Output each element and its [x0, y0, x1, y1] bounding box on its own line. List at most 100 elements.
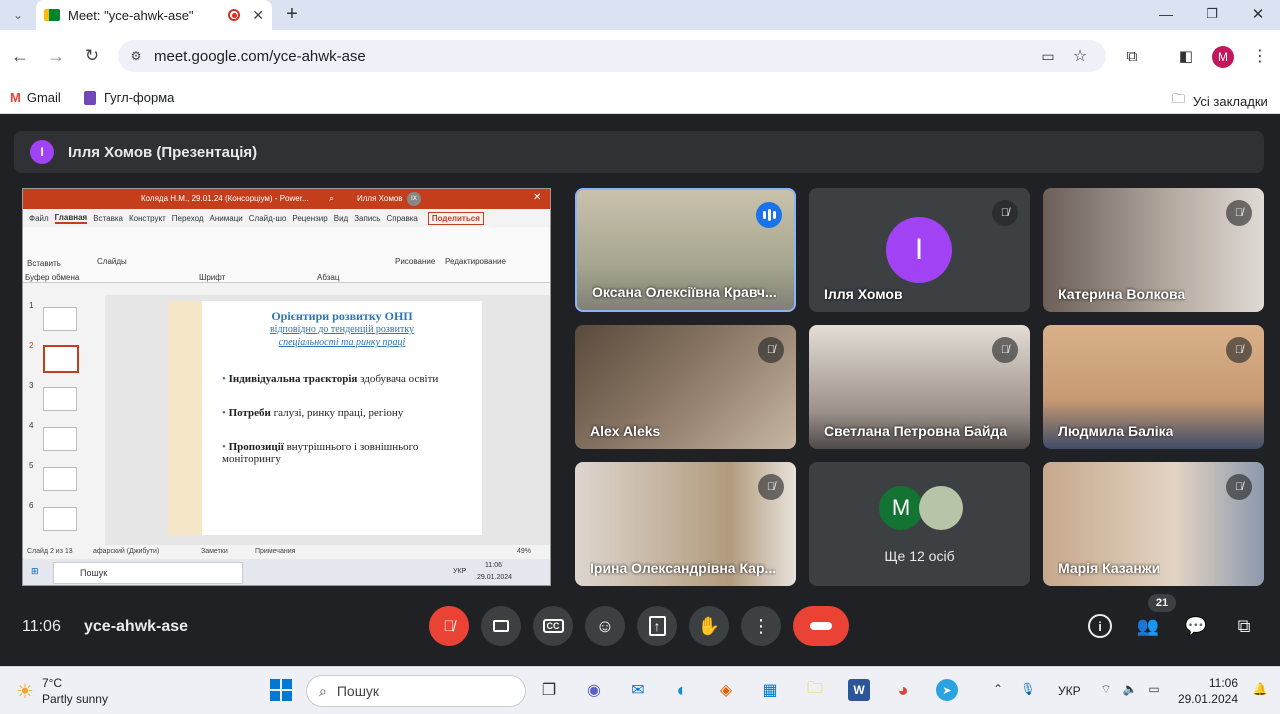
more-options-button[interactable]: ⋮: [741, 606, 781, 646]
minimize-icon[interactable]: —: [1156, 4, 1176, 24]
ppt-tab[interactable]: Переход: [172, 214, 204, 223]
present-button[interactable]: ↑: [637, 606, 677, 646]
meeting-info-icon[interactable]: i: [1088, 614, 1112, 638]
participant-tile[interactable]: 🎙̸ Alex Aleks: [575, 325, 796, 449]
site-info-icon[interactable]: ⚙: [128, 48, 144, 64]
side-panel-icon[interactable]: ◧: [1176, 46, 1196, 66]
tray-chevron-icon[interactable]: ⌃: [990, 681, 1006, 697]
ppt-language[interactable]: афарский (Джибути): [93, 548, 159, 555]
slide-thumb[interactable]: [43, 307, 77, 331]
ppt-tab[interactable]: Вставка: [93, 214, 123, 223]
folder-icon: 🗀: [1172, 91, 1186, 106]
taskbar-search[interactable]: ⌕ Пошук: [306, 675, 526, 707]
ppt-tab-file[interactable]: Файл: [29, 214, 49, 223]
tab-search-chevron-icon[interactable]: ⌄: [8, 5, 28, 25]
participant-tile[interactable]: 🎙̸ Катерина Волкова: [1043, 188, 1264, 312]
participant-tile[interactable]: Оксана Олексіївна Кравч...: [575, 188, 796, 312]
ppt-notes-button[interactable]: Заметки: [201, 548, 228, 555]
slide-thumb[interactable]: [43, 387, 77, 411]
start-icon[interactable]: [270, 679, 292, 701]
forward-icon[interactable]: →: [46, 46, 66, 66]
participant-tile[interactable]: 🎙̸ Людмила Баліка: [1043, 325, 1264, 449]
app-icon[interactable]: ◈: [715, 679, 737, 701]
ppt-tab[interactable]: Запись: [354, 214, 380, 223]
close-tab-icon[interactable]: ✕: [252, 7, 264, 24]
ppt-draw-label[interactable]: Рисование: [395, 257, 435, 266]
ppt-tab-home[interactable]: Главная: [54, 213, 88, 224]
battery-icon[interactable]: ▭: [1146, 681, 1162, 697]
participant-tile[interactable]: I 🎙̸ Ілля Хомов: [809, 188, 1030, 312]
ppt-tab[interactable]: Справка: [386, 214, 417, 223]
ppt-close-icon[interactable]: ✕: [533, 192, 541, 203]
chrome-icon[interactable]: ◕: [892, 679, 914, 701]
telegram-icon[interactable]: ➤: [936, 679, 958, 701]
teams-icon[interactable]: ◉: [583, 679, 605, 701]
notification-bell-icon[interactable]: 🔔: [1252, 681, 1268, 697]
tray-lang[interactable]: УКР: [1058, 684, 1081, 698]
edge-icon[interactable]: ◐: [671, 679, 693, 701]
ppt-edit-label[interactable]: Редактирование: [445, 257, 506, 266]
slide-thumb[interactable]: [43, 467, 77, 491]
chat-icon[interactable]: 💬: [1184, 614, 1208, 638]
explorer-icon[interactable]: 🗀: [804, 679, 826, 701]
bookmark-gmail[interactable]: M Gmail: [10, 90, 61, 105]
slide-thumb[interactable]: [43, 507, 77, 531]
people-icon[interactable]: 👥: [1136, 614, 1160, 638]
tray-mic-icon[interactable]: 🎙: [1020, 681, 1036, 697]
ppt-user-badge: IX: [407, 192, 421, 206]
toggle-camera-button[interactable]: [481, 606, 521, 646]
ppt-tab[interactable]: Слайд-шо: [249, 214, 287, 223]
mic-off-icon: 🎙̸: [758, 474, 784, 500]
word-icon[interactable]: W: [848, 679, 870, 701]
close-window-icon[interactable]: ✕: [1248, 4, 1268, 24]
ppt-search-icon[interactable]: ⌕: [329, 193, 334, 204]
participant-name: Светлана Петровна Байда: [824, 423, 1008, 439]
back-icon[interactable]: ←: [10, 46, 30, 66]
slide-thumb-selected[interactable]: [43, 345, 79, 373]
ppt-zoom-level[interactable]: 49%: [517, 548, 531, 555]
thumb-number: 1: [29, 301, 34, 310]
raise-hand-button[interactable]: ✋: [689, 606, 729, 646]
ppt-slides-label[interactable]: Слайды: [97, 257, 127, 266]
reload-icon[interactable]: ↻: [82, 46, 102, 66]
captions-button[interactable]: CC: [533, 606, 573, 646]
participant-avatar: I: [886, 217, 952, 283]
new-tab-icon[interactable]: +: [282, 3, 302, 25]
profile-avatar[interactable]: M: [1212, 46, 1234, 68]
ppt-tab[interactable]: Вид: [334, 214, 348, 223]
weather-widget[interactable]: ☀ 7°C Partly sunny: [16, 675, 108, 707]
ppt-tab[interactable]: Конструкт: [129, 214, 166, 223]
participant-tile[interactable]: 🎙̸ Светлана Петровна Байда: [809, 325, 1030, 449]
bookmark-star-icon[interactable]: ☆: [1070, 46, 1090, 66]
toggle-mic-button[interactable]: 🎙̸: [429, 606, 469, 646]
leave-call-button[interactable]: [793, 606, 849, 646]
ppt-comments-button[interactable]: Примечания: [255, 548, 295, 555]
ppt-paste-label[interactable]: Вставить: [27, 259, 61, 268]
ppt-share-button[interactable]: Поделиться: [427, 211, 484, 225]
ppt-tab[interactable]: Рецензир: [292, 214, 327, 223]
task-view-icon[interactable]: ❐: [538, 679, 560, 701]
participant-tile[interactable]: 🎙̸ Ірина Олександрівна Кар...: [575, 462, 796, 586]
menu-icon[interactable]: ⋮: [1250, 46, 1270, 66]
mail-icon[interactable]: ✉: [627, 679, 649, 701]
all-bookmarks[interactable]: 🗀 Усі закладки: [1172, 90, 1268, 112]
tray-clock[interactable]: 11:06 29.01.2024: [1176, 675, 1238, 707]
ppt-titlebar: Коляда Н.М., 29.01.24 (Консорціум) - Pow…: [23, 189, 550, 209]
bookmark-forms[interactable]: Гугл-форма: [84, 90, 174, 105]
restore-icon[interactable]: ❐: [1202, 4, 1222, 24]
clock-date: 29.01.2024: [1177, 692, 1238, 706]
camera-icon[interactable]: ▭: [1038, 46, 1058, 66]
reactions-button[interactable]: ☺: [585, 606, 625, 646]
others-tile[interactable]: M Ще 12 осіб: [809, 462, 1030, 586]
volume-icon[interactable]: 🔈: [1122, 681, 1138, 697]
store-icon[interactable]: ▦: [759, 679, 781, 701]
participant-tile[interactable]: 🎙̸ Марія Казанжи: [1043, 462, 1264, 586]
browser-tab[interactable]: Meet: "yce-ahwk-ase" ✕: [36, 0, 272, 30]
address-bar[interactable]: ⚙ meet.google.com/yce-ahwk-ase ▭ ☆: [118, 40, 1106, 72]
mic-off-icon: 🎙̸: [758, 337, 784, 363]
activities-icon[interactable]: ⧉: [1232, 614, 1256, 638]
wifi-icon[interactable]: ⌔: [1098, 681, 1114, 697]
slide-thumb[interactable]: [43, 427, 77, 451]
extensions-icon[interactable]: ⧉: [1122, 46, 1142, 66]
ppt-tab[interactable]: Анимаци: [210, 214, 243, 223]
